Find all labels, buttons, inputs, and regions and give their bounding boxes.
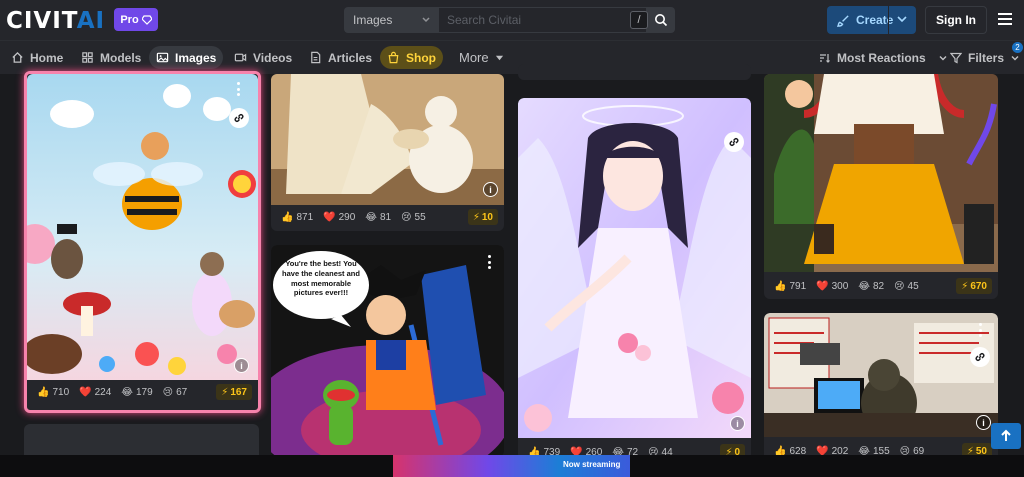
sign-in-button[interactable]: Sign In: [925, 6, 987, 34]
heart-reaction[interactable]: ❤️ 290: [323, 212, 355, 223]
search-shortcut-key: /: [630, 11, 648, 29]
chevron-down-icon: [422, 17, 430, 23]
image-card[interactable]: 👍 791 ❤️ 300 😂 82 😢 45 ⚡ 670: [764, 74, 998, 299]
speech-bubble-text: You're the best! You have the cleanest a…: [282, 259, 360, 298]
pro-label: Pro: [120, 13, 139, 26]
link-icon[interactable]: [970, 347, 990, 367]
caret-down-icon: [495, 55, 503, 61]
create-button[interactable]: Create: [827, 6, 916, 34]
filters-count-badge: 2: [1012, 42, 1023, 53]
brush-icon: [837, 14, 849, 27]
hamburger-menu-icon[interactable]: [996, 10, 1014, 28]
search-scope-select[interactable]: Images: [344, 7, 439, 33]
nav-item-home[interactable]: Home: [4, 46, 70, 69]
image-card[interactable]: i 👍 628 ❤️ 202 😂 155 😢 69 ⚡ 50: [764, 313, 998, 463]
hacker-at-computer-image[interactable]: [764, 313, 998, 437]
chevron-down-icon: [939, 55, 947, 60]
filters-button[interactable]: Filters: [950, 46, 1020, 69]
sort-icon: [820, 53, 830, 63]
ad-text: Now streaming: [563, 460, 621, 469]
main-nav: Home Models Images Videos Articles Shop …: [0, 41, 1024, 74]
chevron-down-icon[interactable]: [896, 13, 908, 25]
ad-banner[interactable]: Now streaming: [393, 455, 630, 477]
nav-item-videos[interactable]: Videos: [227, 46, 299, 69]
search-bar: Images Search Civitai /: [344, 7, 675, 33]
nav-item-images[interactable]: Images: [149, 46, 224, 69]
search-button[interactable]: [647, 7, 675, 33]
info-icon[interactable]: i: [234, 358, 249, 373]
buzz-tip-button[interactable]: ⚡ 167: [216, 384, 252, 400]
redhead-adventurer-girl-image[interactable]: [764, 74, 998, 272]
laugh-reaction[interactable]: 😂 82: [858, 281, 884, 292]
photo-icon: [156, 52, 169, 63]
laugh-reaction[interactable]: 😂 179: [121, 387, 152, 398]
video-icon: [234, 53, 247, 62]
pro-button[interactable]: Pro: [114, 8, 158, 31]
like-reaction[interactable]: 👍 871: [281, 212, 313, 223]
home-icon: [12, 51, 23, 63]
image-card[interactable]: i 👍 871 ❤️ 290 😂 81 😢 55 ⚡ 10: [271, 74, 504, 231]
heart-reaction[interactable]: ❤️ 300: [816, 281, 848, 292]
info-icon[interactable]: i: [483, 182, 498, 197]
grid-icon: [82, 52, 93, 63]
buzz-tip-button[interactable]: ⚡ 10: [467, 209, 498, 225]
sitting-figure-with-goat-image[interactable]: [271, 74, 504, 205]
candyland-animals-image[interactable]: [27, 74, 258, 380]
image-card[interactable]: You're the best! You have the cleanest a…: [271, 245, 504, 457]
filter-icon: [950, 52, 962, 63]
scroll-to-top-button[interactable]: [991, 423, 1021, 449]
cry-reaction[interactable]: 😢 67: [163, 387, 188, 398]
cry-reaction[interactable]: 😢 45: [894, 281, 919, 292]
image-card[interactable]: i 👍 739 ❤️ 260 😂 72 😢 44 ⚡ 0: [518, 98, 751, 460]
anime-angel-girl-image[interactable]: [518, 98, 751, 438]
heart-reaction[interactable]: ❤️ 224: [79, 387, 111, 398]
more-options-icon[interactable]: [978, 323, 982, 337]
link-icon[interactable]: [724, 132, 744, 152]
reaction-bar: 👍 871 ❤️ 290 😂 81 😢 55 ⚡ 10: [271, 205, 504, 229]
nav-item-more[interactable]: More: [452, 46, 511, 69]
reaction-bar: 👍 791 ❤️ 300 😂 82 😢 45 ⚡ 670: [764, 274, 998, 298]
search-icon: [655, 14, 668, 27]
search-input[interactable]: Search Civitai: [439, 7, 647, 33]
goku-and-kermit-meme-image[interactable]: You're the best! You have the cleanest a…: [271, 245, 504, 457]
article-icon: [311, 51, 321, 64]
buzz-tip-button[interactable]: ⚡ 670: [956, 278, 992, 294]
laugh-reaction[interactable]: 😂 81: [365, 212, 391, 223]
image-card[interactable]: [518, 64, 751, 80]
civitai-logo[interactable]: CIVITAI: [6, 8, 105, 34]
nav-item-models[interactable]: Models: [74, 46, 148, 69]
link-icon[interactable]: [229, 108, 249, 128]
info-icon[interactable]: i: [976, 415, 991, 430]
sort-dropdown[interactable]: Most Reactions: [819, 46, 948, 69]
nav-item-articles[interactable]: Articles: [302, 46, 379, 69]
like-reaction[interactable]: 👍 791: [774, 281, 806, 292]
shopping-bag-icon: [388, 51, 399, 64]
top-header: CIVITAI Pro Images Search Civitai / Crea…: [0, 0, 1024, 41]
more-options-icon[interactable]: [487, 255, 491, 269]
image-card[interactable]: i 👍 710 ❤️ 224 😂 179 😢 67 ⚡ 167: [24, 71, 261, 413]
info-icon[interactable]: i: [730, 416, 745, 431]
more-options-icon[interactable]: [236, 82, 240, 96]
cry-reaction[interactable]: 😢 55: [401, 212, 426, 223]
nav-item-shop[interactable]: Shop: [380, 46, 443, 69]
reaction-bar: 👍 710 ❤️ 224 😂 179 😢 67 ⚡ 167: [27, 380, 258, 404]
chevron-down-icon: [1011, 55, 1019, 60]
like-reaction[interactable]: 👍 710: [37, 387, 69, 398]
arrow-up-icon: [1001, 429, 1011, 441]
diamond-icon: [141, 14, 152, 25]
